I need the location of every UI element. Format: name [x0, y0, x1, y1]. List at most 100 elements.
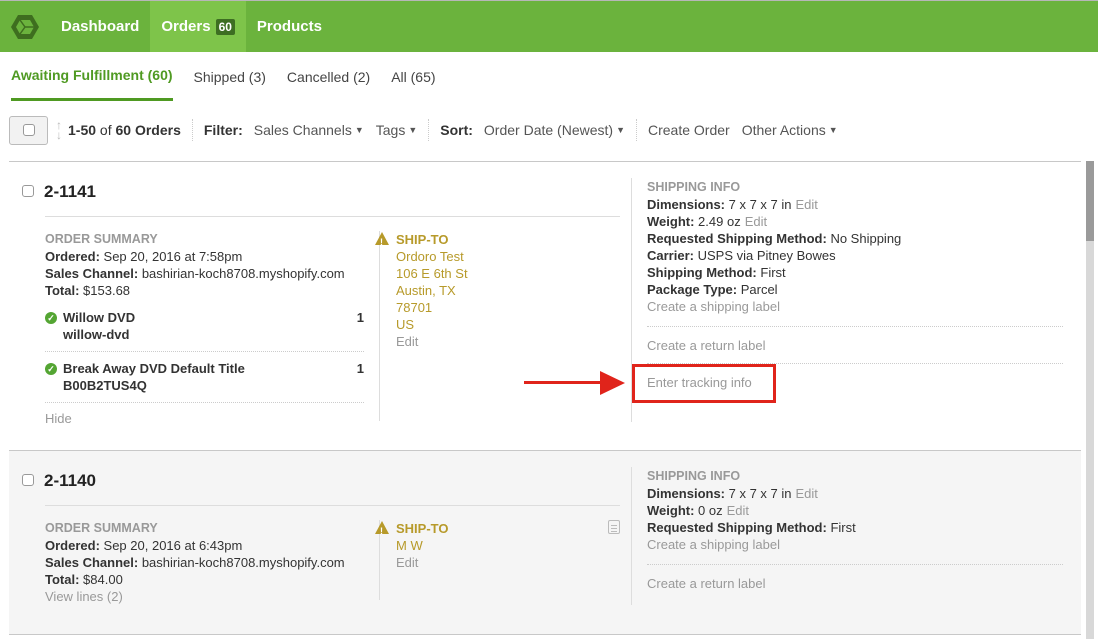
select-all-button[interactable] — [9, 115, 48, 145]
order-number[interactable]: 2-1140 — [44, 471, 96, 491]
line-item-qty: 1 — [356, 310, 364, 325]
sales-channel-value: bashirian-koch8708.myshopify.com — [141, 266, 345, 281]
sort-label: Sort: — [440, 122, 473, 138]
address-line: 78701 — [396, 300, 433, 315]
sales-channel-label: Sales Channel: — [45, 555, 139, 570]
order-checkbox[interactable] — [22, 185, 34, 197]
sales-channels-dropdown[interactable]: Sales Channels ▼ — [254, 122, 364, 138]
nav-orders-label: Orders — [161, 18, 211, 35]
ship-to-title: SHIP-TO — [396, 521, 449, 536]
total-value: $84.00 — [83, 572, 123, 587]
package-type-value: Parcel — [740, 282, 778, 297]
edit-dimensions-link[interactable]: Edit — [796, 197, 818, 212]
ordoro-logo-icon[interactable] — [0, 1, 50, 52]
create-order-button[interactable]: Create Order — [648, 122, 730, 138]
divider — [636, 119, 637, 141]
nav-dashboard[interactable]: Dashboard — [50, 1, 150, 52]
address-line: Austin, TX — [396, 283, 456, 298]
divider — [631, 467, 632, 605]
dimensions-label: Dimensions: — [647, 486, 726, 501]
weight-value: 0 oz — [698, 503, 723, 518]
edit-address-link[interactable]: Edit — [396, 333, 468, 350]
ordered-label: Ordered: — [45, 538, 100, 553]
create-return-label-link[interactable]: Create a return label — [647, 565, 1063, 601]
shipping-method-value: First — [760, 265, 786, 280]
requested-method-label: Requested Shipping Method: — [647, 520, 827, 535]
weight-label: Weight: — [647, 503, 695, 518]
order-summary: ORDER SUMMARY Ordered: Sep 20, 2016 at 6… — [45, 520, 345, 605]
tags-dropdown[interactable]: Tags ▼ — [376, 122, 418, 138]
order-summary-title: ORDER SUMMARY — [45, 521, 158, 535]
ship-to-title: SHIP-TO — [396, 232, 449, 247]
sales-channel-value: bashirian-koch8708.myshopify.com — [141, 555, 345, 570]
tab-cancelled[interactable]: Cancelled (2) — [287, 52, 370, 101]
order-card: 2-1140 ORDER SUMMARY Ordered: Sep 20, 20… — [9, 451, 1081, 635]
total-label: Total: — [45, 572, 80, 587]
order-count: 1-50 of 60 Orders — [68, 122, 181, 138]
annotation-arrow-head — [600, 371, 625, 395]
sort-arrows-icon[interactable]: ↑ ↓ — [56, 119, 62, 141]
view-lines-link[interactable]: View lines (2) — [45, 588, 345, 605]
dimensions-value: 7 x 7 x 7 in — [728, 197, 792, 212]
caret-down-icon: ▼ — [408, 125, 418, 135]
total-value: $153.68 — [83, 283, 131, 298]
edit-address-link[interactable]: Edit — [396, 554, 449, 571]
line-item-name: Break Away DVD Default Title — [63, 361, 245, 376]
package-type-label: Package Type: — [647, 282, 738, 297]
carrier-label: Carrier: — [647, 248, 694, 263]
check-circle-icon: ✓ — [45, 312, 57, 324]
orders-count-badge: 60 — [215, 18, 235, 35]
address-line: 106 E 6th St — [396, 266, 468, 281]
divider — [191, 119, 193, 141]
create-shipping-label-link[interactable]: Create a shipping label — [647, 298, 1063, 326]
scrollbar[interactable] — [1086, 161, 1094, 639]
requested-method-value: No Shipping — [830, 231, 902, 246]
order-number[interactable]: 2-1141 — [44, 182, 96, 202]
weight-label: Weight: — [647, 214, 695, 229]
ship-to: ! SHIP-TO Ordoro Test 106 E 6th St Austi… — [375, 231, 468, 350]
warning-icon: ! — [375, 232, 389, 247]
other-actions-dropdown[interactable]: Other Actions ▼ — [742, 122, 838, 138]
top-nav: Dashboard Orders 60 Products — [0, 0, 1098, 52]
line-item-name: Willow DVD — [63, 310, 136, 325]
caret-down-icon: ▼ — [616, 125, 625, 135]
address-line: US — [396, 317, 415, 332]
ordered-label: Ordered: — [45, 249, 100, 264]
tab-shipped[interactable]: Shipped (3) — [194, 52, 266, 101]
scrollbar-thumb[interactable] — [1086, 161, 1094, 241]
create-return-label-link[interactable]: Create a return label — [647, 327, 1063, 363]
requested-method-value: First — [830, 520, 856, 535]
tab-awaiting-fulfillment[interactable]: Awaiting Fulfillment (60) — [11, 52, 173, 101]
ordered-date: Sep 20, 2016 at 7:58pm — [103, 249, 243, 264]
order-checkbox[interactable] — [22, 474, 34, 486]
address-line: Ordoro Test — [396, 249, 464, 264]
warning-icon: ! — [375, 521, 389, 536]
nav-orders[interactable]: Orders 60 — [150, 1, 246, 52]
divider — [428, 119, 430, 141]
order-card: 2-1141 ORDER SUMMARY Ordered: Sep 20, 20… — [9, 162, 1081, 451]
line-item-sku: B00B2TUS4Q — [63, 378, 147, 393]
ordered-date: Sep 20, 2016 at 6:43pm — [103, 538, 243, 553]
line-item: ✓ Break Away DVD Default Title B00B2TUS4… — [45, 352, 364, 403]
shipping-method-label: Shipping Method: — [647, 265, 757, 280]
nav-dashboard-label: Dashboard — [61, 18, 140, 35]
divider — [379, 231, 380, 421]
sort-dropdown[interactable]: Order Date (Newest) ▼ — [484, 122, 625, 138]
line-item: ✓ Willow DVD willow-dvd 1 — [45, 301, 364, 352]
nav-products-label: Products — [256, 18, 322, 35]
line-item-sku: willow-dvd — [63, 327, 130, 342]
edit-dimensions-link[interactable]: Edit — [796, 486, 818, 501]
caret-down-icon: ▼ — [828, 125, 838, 135]
annotation-highlight-box — [632, 364, 776, 403]
edit-weight-link[interactable]: Edit — [727, 503, 749, 518]
notes-icon[interactable] — [608, 520, 620, 534]
list-toolbar: ↑ ↓ 1-50 of 60 Orders Filter: Sales Chann… — [9, 115, 850, 145]
check-circle-icon: ✓ — [45, 363, 57, 375]
tab-all[interactable]: All (65) — [391, 52, 435, 101]
select-all-checkbox[interactable] — [22, 124, 35, 136]
hide-lines-link[interactable]: Hide — [45, 410, 364, 427]
nav-products[interactable]: Products — [246, 1, 333, 52]
sales-channel-label: Sales Channel: — [45, 266, 139, 281]
create-shipping-label-link[interactable]: Create a shipping label — [647, 536, 1063, 564]
edit-weight-link[interactable]: Edit — [745, 214, 767, 229]
